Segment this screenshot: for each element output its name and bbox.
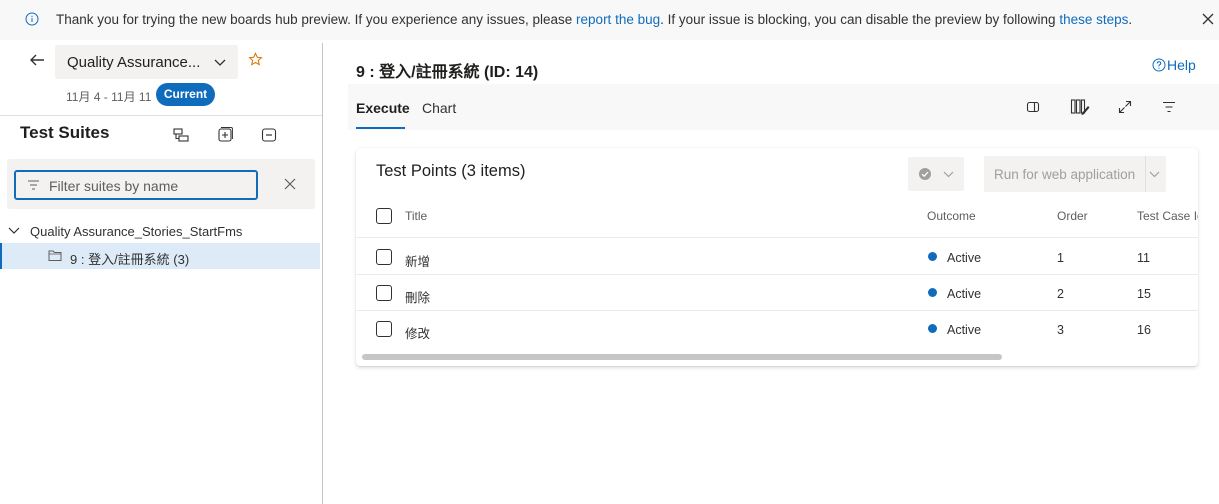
folder-icon (48, 250, 62, 261)
row-checkbox[interactable] (376, 321, 392, 337)
test-plan-name: Quality Assurance... (67, 54, 201, 71)
mark-outcome-button[interactable] (908, 157, 964, 191)
outcome-status-dot (928, 324, 937, 333)
iteration-dates: 11月 4 - 11月 11 (66, 90, 152, 104)
favorite-star-icon[interactable] (248, 52, 263, 67)
info-icon (25, 12, 39, 26)
chevron-down-icon[interactable] (8, 226, 20, 236)
new-suite-icon[interactable] (172, 126, 190, 144)
tree-item-label: Quality Assurance_Stories_StartFms (30, 224, 243, 239)
column-header-outcome[interactable]: Outcome (927, 209, 976, 223)
selection-indicator (0, 243, 2, 269)
column-header-title[interactable]: Title (405, 209, 427, 223)
active-tab-indicator (356, 127, 405, 129)
filter-icon[interactable] (1161, 99, 1177, 115)
tree-item-label: 9 : 登入/註冊系統 (3) (70, 252, 190, 267)
test-point-title[interactable]: 新增 (405, 251, 430, 270)
help-link[interactable]: Help (1152, 57, 1196, 73)
test-point-title[interactable]: 刪除 (405, 287, 430, 306)
tab-execute[interactable]: Execute (356, 100, 410, 116)
test-point-case-id: 11 (1137, 251, 1150, 265)
column-options-icon[interactable] (1070, 98, 1090, 116)
back-arrow-icon[interactable] (28, 52, 46, 68)
filter-suites-box[interactable] (14, 170, 258, 200)
filter-suites-input[interactable] (49, 176, 249, 196)
outcome-status-dot (928, 288, 937, 297)
side-panel-icon[interactable] (1025, 99, 1041, 115)
test-suites-panel (0, 43, 322, 504)
row-checkbox[interactable] (376, 285, 392, 301)
tree-item-root-suite[interactable]: Quality Assurance_Stories_StartFms (0, 221, 322, 243)
tree-item-selected-suite[interactable]: 9 : 登入/註冊系統 (3) (0, 243, 320, 269)
column-header-order[interactable]: Order (1057, 209, 1088, 223)
full-screen-icon[interactable] (1117, 99, 1133, 115)
preview-banner: Thank you for trying the new boards hub … (0, 0, 1219, 40)
select-all-checkbox[interactable] (376, 208, 392, 224)
banner-message: Thank you for trying the new boards hub … (56, 12, 1132, 27)
outcome-status-dot (928, 252, 937, 261)
close-icon[interactable] (1200, 11, 1216, 27)
tab-chart[interactable]: Chart (422, 100, 456, 116)
report-bug-link[interactable]: report the bug (576, 12, 660, 27)
expand-all-icon[interactable] (216, 126, 234, 144)
chevron-down-icon (943, 171, 954, 178)
collapse-all-icon[interactable] (260, 126, 278, 144)
banner-text: Thank you for trying the new boards hub … (56, 12, 577, 27)
checkmark-circle-icon (919, 168, 931, 180)
test-points-card: Test Points (3 items) Run for web applic… (356, 148, 1198, 366)
test-plan-picker[interactable]: Quality Assurance... (55, 45, 238, 79)
row-divider (356, 310, 1198, 311)
test-point-title[interactable]: 修改 (405, 323, 430, 342)
split-divider (1145, 156, 1146, 192)
test-point-order: 1 (1057, 251, 1064, 265)
chevron-down-icon[interactable] (1149, 169, 1160, 179)
test-point-case-id: 16 (1137, 323, 1151, 337)
test-suites-heading: Test Suites (20, 123, 110, 142)
row-divider (356, 274, 1198, 275)
test-point-order: 2 (1057, 287, 1064, 301)
banner-text: . If your issue is blocking, you can dis… (660, 12, 1060, 27)
these-steps-link[interactable]: these steps (1059, 12, 1128, 27)
current-iteration-badge: Current (156, 83, 215, 106)
page-title: 9 : 登入/註冊系統 (ID: 14) (356, 64, 539, 81)
help-circle-icon (1152, 58, 1166, 72)
banner-text: . (1128, 12, 1133, 27)
test-point-outcome: Active (947, 323, 982, 337)
divider (0, 115, 322, 116)
help-label: Help (1167, 57, 1196, 73)
row-divider (356, 237, 1198, 238)
column-header-test-case-id[interactable]: Test Case Id (1137, 209, 1198, 223)
test-points-title: Test Points (3 items) (376, 162, 526, 180)
test-point-case-id: 15 (1137, 287, 1151, 301)
test-point-outcome: Active (947, 287, 982, 301)
test-point-outcome: Active (947, 251, 982, 265)
clear-filter-icon[interactable] (283, 177, 297, 191)
row-checkbox[interactable] (376, 249, 392, 265)
filter-icon (28, 180, 39, 190)
run-button-label: Run for web application (994, 167, 1136, 182)
panel-divider[interactable] (322, 43, 323, 504)
run-for-web-application-button[interactable]: Run for web application (984, 156, 1166, 192)
horizontal-scrollbar[interactable] (362, 354, 1002, 360)
chevron-down-icon (214, 59, 226, 66)
test-point-order: 3 (1057, 323, 1064, 337)
